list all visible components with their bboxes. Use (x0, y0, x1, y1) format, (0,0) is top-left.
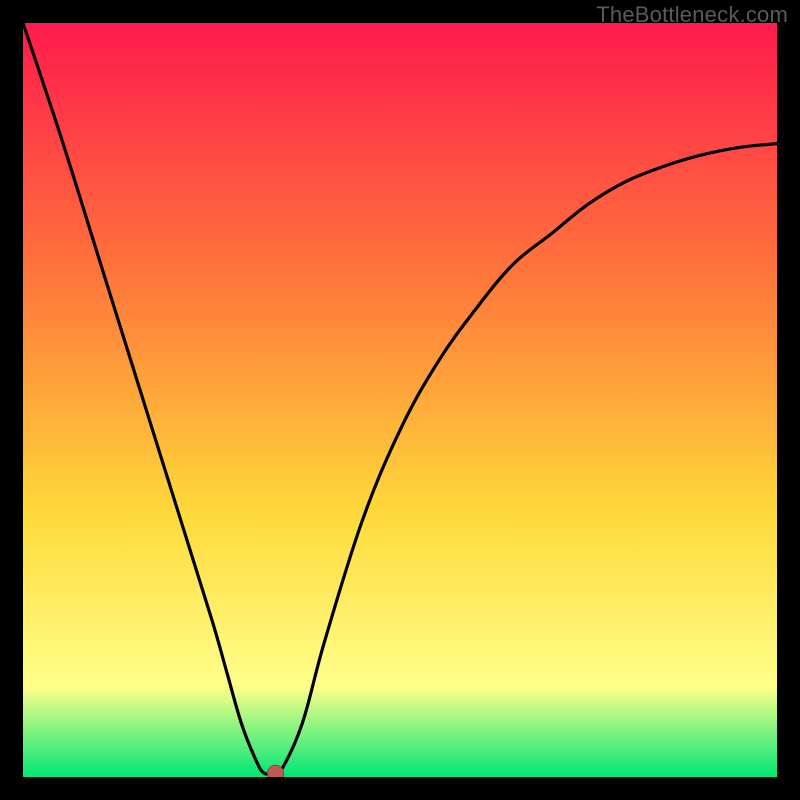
optimum-marker (268, 765, 284, 777)
chart-frame (23, 23, 777, 777)
gradient-background (23, 23, 777, 777)
bottleneck-chart (23, 23, 777, 777)
